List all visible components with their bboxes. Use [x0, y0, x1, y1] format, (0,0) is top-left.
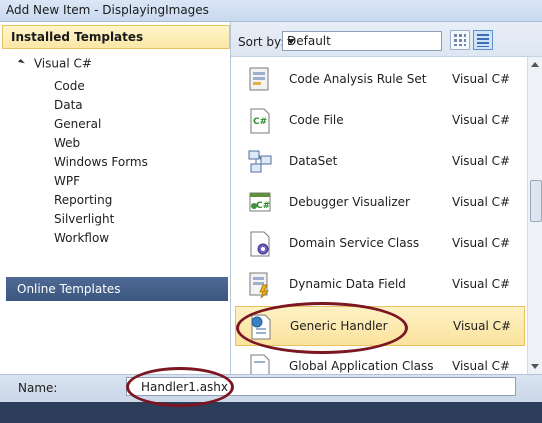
tree-item-workflow[interactable]: Workflow — [54, 229, 148, 248]
annotation-ellipse-name-input — [126, 367, 234, 407]
template-language: Visual C# — [452, 154, 511, 168]
rule-set-icon — [249, 67, 269, 91]
title-bar: Add New Item - DisplayingImages — [0, 0, 542, 22]
template-language: Visual C# — [452, 277, 511, 291]
template-row[interactable]: C# Code File Visual C# — [235, 101, 525, 141]
tree-item-code[interactable]: Code — [54, 77, 148, 96]
svg-text:C#: C# — [253, 117, 267, 127]
template-language: Visual C# — [452, 72, 511, 86]
template-language: Visual C# — [453, 319, 512, 333]
list-view-icon — [477, 34, 489, 47]
expand-arrow-icon[interactable] — [15, 58, 25, 69]
domain-service-icon — [250, 231, 270, 257]
scroll-up-arrow-icon[interactable] — [531, 62, 539, 67]
installed-templates-header[interactable]: Installed Templates — [2, 25, 230, 49]
global-app-class-icon — [250, 354, 270, 374]
annotation-ellipse-generic-handler — [236, 302, 408, 354]
scroll-down-arrow-icon[interactable] — [531, 364, 539, 369]
small-icons-view-button[interactable] — [450, 30, 470, 50]
template-row[interactable]: C# Debugger Visualizer Visual C# — [235, 183, 525, 223]
templates-tree-pane: Installed Templates Visual C# Code Data … — [0, 22, 231, 374]
template-language: Visual C# — [452, 195, 511, 209]
svg-text:C#: C# — [256, 201, 270, 211]
template-row[interactable]: Global Application Class Visual C# — [235, 347, 525, 374]
template-language: Visual C# — [452, 359, 511, 373]
template-name: Domain Service Class — [289, 236, 420, 250]
chevron-down-icon — [287, 39, 295, 44]
tree-item-data[interactable]: Data — [54, 96, 148, 115]
installed-templates-label: Installed Templates — [11, 30, 144, 44]
tree-item-web[interactable]: Web — [54, 134, 148, 153]
template-language: Visual C# — [452, 236, 511, 250]
window-title: Add New Item - DisplayingImages — [6, 3, 209, 17]
template-language: Visual C# — [452, 113, 511, 127]
list-view-button[interactable] — [473, 30, 493, 50]
template-name: Code File — [289, 113, 344, 127]
online-templates-label: Online Templates — [17, 282, 121, 296]
template-row[interactable]: Domain Service Class Visual C# — [235, 224, 525, 264]
template-row[interactable]: DataSet Visual C# — [235, 142, 525, 182]
grid-view-icon — [454, 34, 466, 46]
sort-by-label: Sort by: — [238, 35, 285, 49]
scroll-thumb[interactable] — [530, 180, 542, 222]
tree-item-wpf[interactable]: WPF — [54, 172, 148, 191]
name-field-bar: Name: — [0, 374, 542, 402]
template-name: Code Analysis Rule Set — [289, 72, 427, 86]
name-label: Name: — [18, 381, 58, 395]
sort-by-dropdown[interactable]: Default — [282, 31, 442, 51]
tree-item-general[interactable]: General — [54, 115, 148, 134]
online-templates-header[interactable]: Online Templates — [6, 277, 228, 301]
dataset-icon — [248, 150, 272, 173]
tree-root-visual-csharp[interactable]: Visual C# — [15, 56, 92, 74]
tree-item-windows-forms[interactable]: Windows Forms — [54, 153, 148, 172]
tree-children: Code Data General Web Windows Forms WPF … — [54, 77, 148, 248]
csharp-code-file-icon: C# — [250, 108, 270, 134]
template-list-scrollbar[interactable] — [527, 57, 542, 374]
template-row[interactable]: Code Analysis Rule Set Visual C# — [235, 60, 525, 100]
template-row[interactable]: Dynamic Data Field Visual C# — [235, 265, 525, 305]
template-name: Dynamic Data Field — [289, 277, 406, 291]
debugger-visualizer-icon: C# — [249, 192, 271, 212]
sort-toolbar: Sort by: Default — [231, 22, 542, 57]
template-name: DataSet — [289, 154, 338, 168]
template-name: Debugger Visualizer — [289, 195, 410, 209]
tree-root-label: Visual C# — [33, 56, 92, 71]
dynamic-data-field-icon — [249, 272, 270, 299]
template-name: Global Application Class — [289, 359, 434, 373]
dialog-footer — [0, 402, 542, 423]
tree-item-reporting[interactable]: Reporting — [54, 191, 148, 210]
tree-item-silverlight[interactable]: Silverlight — [54, 210, 148, 229]
